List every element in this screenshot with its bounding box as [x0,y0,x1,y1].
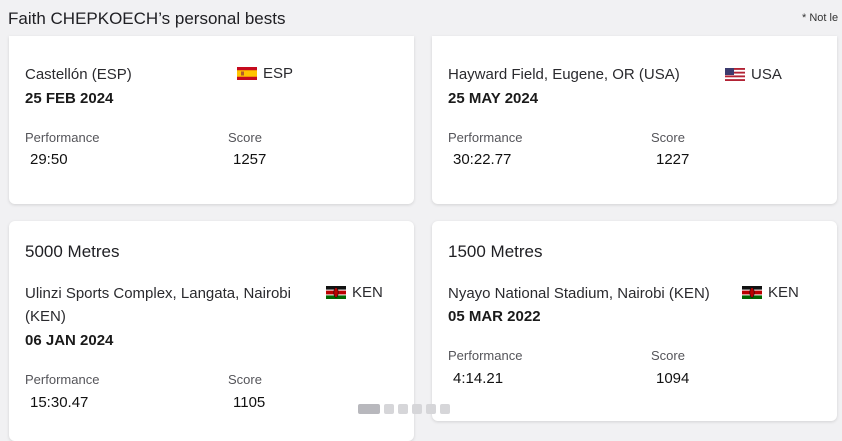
performance-label: Performance [25,372,100,387]
venue: Nyayo National Stadium, Nairobi (KEN) [448,285,710,302]
venue: Hayward Field, Eugene, OR (USA) [448,66,680,83]
country-code: KEN [768,284,799,301]
date: 25 MAY 2024 [448,90,539,107]
performance-value: 29:50 [30,151,68,168]
performance-label: Performance [448,348,523,363]
date: 05 MAR 2022 [448,308,541,325]
country: ESP [237,65,293,82]
carousel-dot[interactable] [440,404,450,414]
carousel-dot[interactable] [426,404,436,414]
country: USA [725,66,782,83]
event-title: 5000 Metres [25,242,120,261]
kenya-flag-icon [742,286,762,299]
personal-best-card: Hayward Field, Eugene, OR (USA) USA 25 M… [432,36,837,204]
event-title: 1500 Metres [448,242,543,261]
country-code: USA [751,66,782,83]
spain-flag-icon [237,67,257,80]
carousel-dot[interactable] [398,404,408,414]
performance-value: 15:30.47 [30,394,89,411]
carousel-dot[interactable] [358,404,380,414]
score-label: Score [228,372,262,387]
footnote: * Not le [802,12,839,24]
score-value: 1257 [233,151,267,168]
score-value: 1227 [656,151,690,168]
country-code: ESP [263,65,294,82]
score-value: 1094 [656,370,690,387]
carousel-dot[interactable] [412,404,422,414]
date: 06 JAN 2024 [25,332,114,349]
score-label: Score [651,348,685,363]
country: KEN [742,284,799,301]
personal-best-card: Castellón (ESP) ESP 25 FEB 2024 Performa… [9,36,414,204]
venue: Ulinzi Sports Complex, Langata, Nairobi … [25,285,291,325]
performance-value: 4:14.21 [453,370,504,387]
page-title: Faith CHEPKOECH’s personal bests [8,9,286,28]
score-value: 1105 [233,394,266,411]
date: 25 FEB 2024 [25,90,114,107]
performance-label: Performance [448,130,523,145]
country: KEN [326,284,383,301]
venue: Castellón (ESP) [25,66,132,83]
carousel-dot[interactable] [384,404,394,414]
score-label: Score [651,130,685,145]
usa-flag-icon [725,68,745,81]
personal-best-card: 5000 Metres Ulinzi Sports Complex, Langa… [9,221,414,441]
performance-value: 30:22.77 [453,151,512,168]
country-code: KEN [352,284,383,301]
personal-best-card: 1500 Metres Nyayo National Stadium, Nair… [432,221,837,421]
kenya-flag-icon [326,286,346,299]
score-label: Score [228,130,262,145]
performance-label: Performance [25,130,100,145]
carousel-pagination [358,404,450,414]
